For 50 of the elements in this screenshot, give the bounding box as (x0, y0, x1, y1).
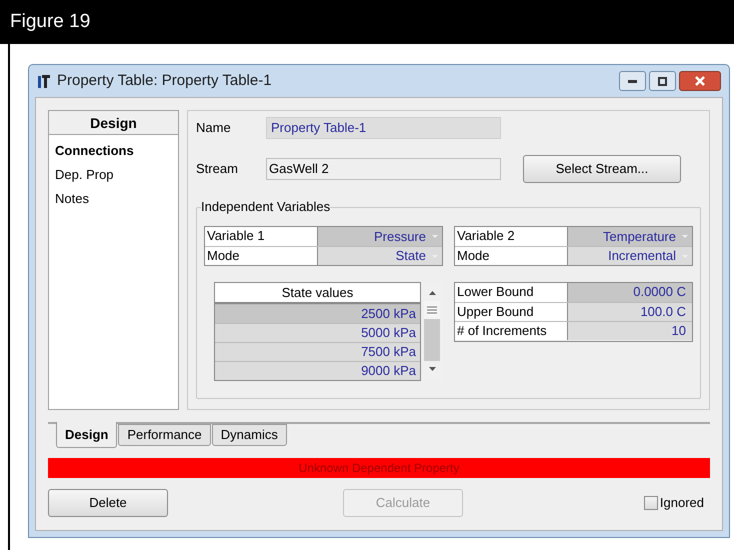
table-cell[interactable]: 100.0 C (568, 303, 692, 321)
scroll-down-icon (428, 367, 436, 371)
tab[interactable]: Design (56, 422, 118, 448)
table-label: Mode (205, 247, 318, 265)
grip-icon (427, 306, 437, 314)
table-label: Variable 1 (205, 227, 318, 246)
close-icon (695, 76, 705, 86)
tab[interactable]: Performance (118, 424, 211, 446)
table-cell: 9000 kPa (215, 361, 420, 380)
table-cell[interactable]: 0.0000 C (568, 283, 692, 302)
sidebar-item[interactable]: Notes (49, 187, 178, 211)
dropdown-arrow-icon (682, 235, 688, 238)
table-label: Variable 2 (455, 227, 568, 246)
dropdown-cell[interactable]: State (318, 247, 442, 265)
sidebar-item[interactable]: Connections (49, 139, 178, 163)
sidebar-header: Design (49, 111, 178, 135)
minimize-button[interactable] (619, 71, 646, 91)
close-button[interactable] (679, 71, 721, 91)
app-icon (37, 73, 51, 89)
minimize-icon (628, 80, 637, 82)
field-label: Stream (196, 160, 239, 178)
dropdown-arrow-icon (432, 235, 438, 238)
dropdown-cell[interactable]: Pressure (318, 227, 442, 246)
table-cell: 5000 kPa (215, 323, 420, 342)
table-cell: 7500 kPa (215, 342, 420, 361)
table-label: Lower Bound (455, 283, 568, 302)
scroll-thumb[interactable] (424, 301, 440, 361)
sidebar-item[interactable]: Dep. Prop (49, 163, 178, 187)
status-bar: Unknown Dependent Property (48, 458, 710, 478)
dropdown-cell[interactable]: Incremental (568, 247, 692, 265)
table-label: Upper Bound (455, 303, 568, 321)
field-label: Name (196, 119, 232, 138)
table-label: # of Increments (455, 322, 568, 340)
table-cell[interactable]: 10 (568, 322, 692, 340)
table-cell: 2500 kPa (215, 304, 420, 323)
scroll-up-icon (428, 291, 436, 295)
figure-caption: Figure 19 (10, 10, 90, 34)
restore-icon (658, 76, 667, 86)
ignored-checkbox[interactable]: Ignored (644, 493, 704, 513)
tab[interactable]: Dynamics (212, 424, 287, 446)
group-title: Independent Variables (201, 199, 330, 215)
name-field[interactable]: Property Table-1 (266, 117, 501, 139)
select-stream-button[interactable]: Select Stream... (523, 155, 681, 183)
action-button[interactable]: Delete (48, 489, 168, 517)
column-header: State values (215, 283, 420, 304)
maximize-button[interactable] (649, 71, 676, 91)
stream-field[interactable]: GasWell 2 (266, 158, 501, 180)
dropdown-cell[interactable]: Temperature (568, 227, 692, 246)
table-label: Mode (455, 247, 568, 265)
window-title: Property Table: Property Table-1 (57, 70, 272, 91)
